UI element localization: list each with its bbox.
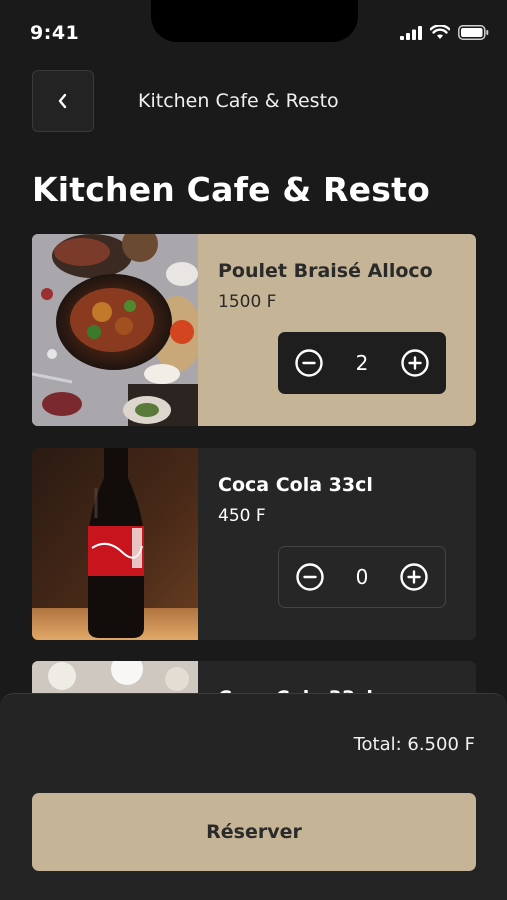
plus-circle-icon [401, 349, 429, 377]
plus-circle-icon [400, 563, 428, 591]
menu-item-card[interactable]: Poulet Braisé Alloco 1500 F 2 [32, 234, 476, 426]
back-button[interactable] [32, 70, 94, 132]
menu-item-info: Coca Cola 33cl 450 F 0 [198, 448, 476, 640]
increase-button[interactable] [399, 562, 429, 592]
quantity-stepper: 2 [278, 332, 446, 394]
item-price: 1500 F [218, 292, 277, 312]
status-bar: 9:41 [0, 0, 507, 62]
item-name: Poulet Braisé Alloco [218, 260, 433, 282]
menu-item-card[interactable]: Coca Cola 33cl 450 F 0 [32, 448, 476, 640]
minus-circle-icon [295, 349, 323, 377]
chevron-left-icon [58, 93, 67, 109]
item-name: Coca Cola 33cl [218, 474, 373, 496]
food-image [32, 234, 198, 426]
quantity-value: 0 [355, 565, 369, 589]
decrease-button[interactable] [294, 348, 324, 378]
status-icons [400, 25, 489, 40]
battery-icon [458, 25, 489, 40]
increase-button[interactable] [400, 348, 430, 378]
item-price: 450 F [218, 506, 266, 526]
page-title: Kitchen Cafe & Resto [32, 170, 430, 209]
checkout-panel: Total: 6.500 F Réserver [0, 693, 507, 900]
wifi-icon [430, 25, 450, 39]
quantity-value: 2 [355, 351, 369, 375]
drink-image [32, 448, 198, 640]
total-amount: Total: 6.500 F [353, 734, 475, 755]
menu-item-info: Poulet Braisé Alloco 1500 F 2 [198, 234, 476, 426]
header: Kitchen Cafe & Resto [32, 70, 475, 132]
minus-circle-icon [296, 563, 324, 591]
reserve-button[interactable]: Réserver [32, 793, 476, 871]
status-time: 9:41 [30, 22, 80, 44]
quantity-stepper: 0 [278, 546, 446, 608]
header-title: Kitchen Cafe & Resto [138, 90, 339, 112]
decrease-button[interactable] [295, 562, 325, 592]
device-notch [151, 0, 358, 42]
signal-icon [400, 25, 422, 40]
